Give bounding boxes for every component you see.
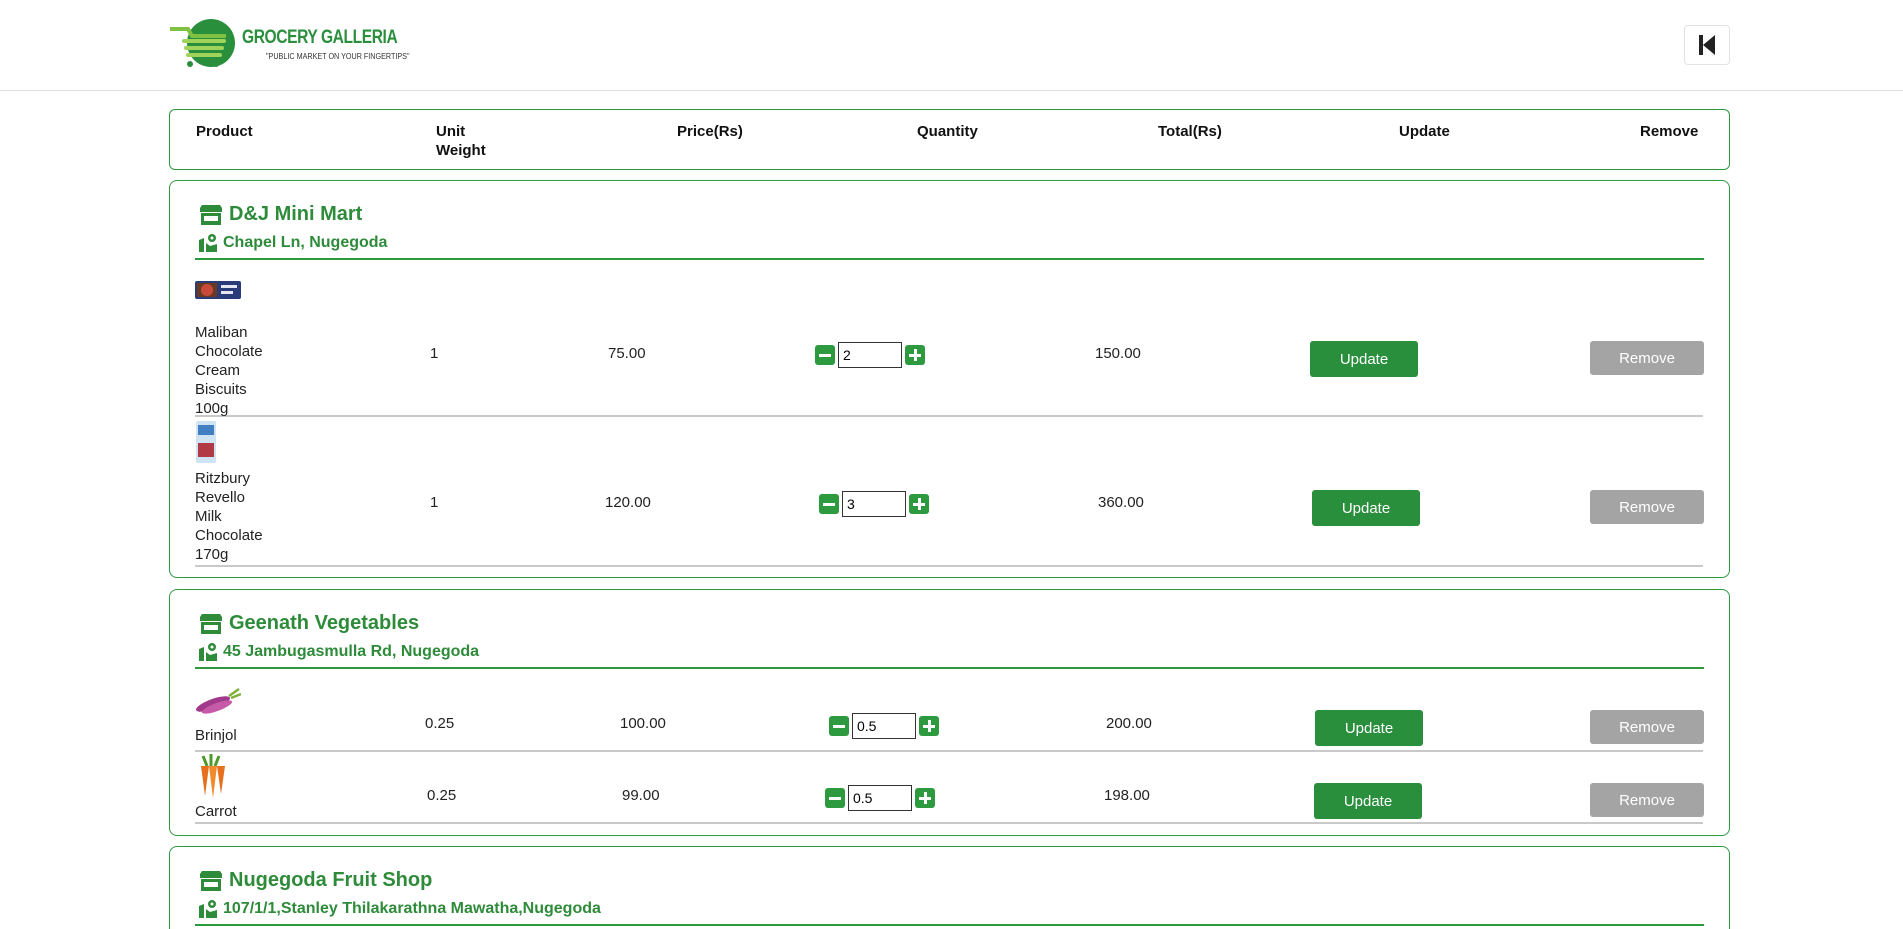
product-image[interactable] — [195, 421, 217, 468]
quantity-stepper — [829, 713, 939, 739]
col-product: Product — [196, 123, 253, 140]
shop-address: Chapel Ln, Nugegoda — [199, 234, 387, 252]
remove-button[interactable]: Remove — [1590, 490, 1704, 524]
cart-item-row: Ritzbury Revello Milk Chocolate 170g 1 1… — [195, 421, 1704, 567]
unit-weight: 1 — [430, 494, 439, 511]
update-button[interactable]: Update — [1314, 783, 1422, 819]
map-location-icon — [199, 234, 217, 252]
minus-icon[interactable] — [819, 494, 839, 514]
back-button[interactable] — [1684, 25, 1730, 65]
quantity-input[interactable] — [838, 342, 902, 368]
shop-address: 107/1/1,Stanley Thilakarathna Mawatha,Nu… — [199, 900, 601, 918]
total: 360.00 — [1098, 494, 1144, 511]
shop-name: D&J Mini Mart — [199, 203, 362, 226]
plus-icon[interactable] — [905, 345, 925, 365]
shop-card: Geenath Vegetables 45 Jambugasmulla Rd, … — [169, 589, 1730, 836]
quantity-stepper — [815, 342, 925, 368]
quantity-stepper — [819, 491, 929, 517]
shop-name-text: Nugegoda Fruit Shop — [229, 869, 433, 891]
col-price: Price(Rs) — [677, 123, 743, 140]
col-total: Total(Rs) — [1158, 123, 1222, 140]
unit-weight: 0.25 — [425, 715, 455, 732]
price: 75.00 — [608, 345, 646, 362]
update-button[interactable]: Update — [1310, 341, 1418, 377]
store-icon — [200, 613, 222, 634]
product-name: Ritzbury Revello Milk Chocolate 170g — [195, 470, 263, 563]
col-unit-weight: Unit Weight — [436, 123, 486, 159]
cart-item-row: Carrot 0.25 99.00 198.00 Update Remove — [195, 754, 1704, 824]
cart-item-row: Maliban Chocolate Cream Biscuits 100g 1 … — [195, 279, 1704, 417]
store-icon — [200, 204, 222, 225]
unit-weight: 0.25 — [427, 787, 457, 804]
col-remove: Remove — [1640, 123, 1699, 140]
remove-button[interactable]: Remove — [1590, 783, 1704, 817]
plus-icon[interactable] — [919, 716, 939, 736]
shop-name-text: D&J Mini Mart — [229, 203, 363, 225]
quantity-input[interactable] — [852, 713, 916, 739]
price: 99.00 — [622, 787, 660, 804]
shop-divider — [195, 667, 1704, 669]
total: 198.00 — [1104, 787, 1150, 804]
chocolate-bar-icon — [196, 421, 216, 463]
shop-name: Nugegoda Fruit Shop — [199, 869, 432, 892]
map-location-icon — [199, 900, 217, 918]
product-name: Carrot — [195, 803, 237, 820]
shop-divider — [195, 258, 1704, 260]
store-icon — [200, 870, 222, 891]
total: 200.00 — [1106, 715, 1152, 732]
plus-icon[interactable] — [915, 788, 935, 808]
brinjal-icon — [195, 687, 242, 714]
logo-brand-text: GROCERY GALLERIA — [242, 27, 398, 48]
update-button[interactable]: Update — [1312, 490, 1420, 526]
map-location-icon — [199, 643, 217, 661]
grocery-galleria-logo[interactable]: GROCERY GALLERIA "PUBLIC MARKET ON YOUR … — [168, 18, 410, 70]
minus-icon[interactable] — [825, 788, 845, 808]
shop-name: Geenath Vegetables — [199, 612, 419, 635]
shop-address-text: Chapel Ln, Nugegoda — [223, 234, 388, 251]
product-name: Maliban Chocolate Cream Biscuits 100g — [195, 324, 263, 417]
shop-address: 45 Jambugasmulla Rd, Nugegoda — [199, 643, 479, 661]
remove-button[interactable]: Remove — [1590, 341, 1704, 375]
plus-icon[interactable] — [909, 494, 929, 514]
shop-address-text: 107/1/1,Stanley Thilakarathna Mawatha,Nu… — [223, 900, 601, 917]
product-name: Brinjol — [195, 727, 237, 744]
shop-name-text: Geenath Vegetables — [229, 612, 420, 634]
total: 150.00 — [1095, 345, 1141, 362]
unit-weight: 1 — [430, 345, 439, 362]
carrot-icon — [201, 754, 225, 798]
minus-icon[interactable] — [829, 716, 849, 736]
product-image[interactable] — [195, 279, 241, 306]
shop-divider — [195, 924, 1704, 926]
col-quantity: Quantity — [917, 123, 978, 140]
biscuit-pack-icon — [195, 281, 241, 299]
price: 120.00 — [605, 494, 651, 511]
quantity-input[interactable] — [842, 491, 906, 517]
remove-button[interactable]: Remove — [1590, 710, 1704, 744]
update-button[interactable]: Update — [1315, 710, 1423, 746]
price: 100.00 — [620, 715, 666, 732]
product-image[interactable] — [195, 686, 242, 719]
skip-back-icon — [1699, 35, 1715, 55]
shop-card: Nugegoda Fruit Shop 107/1/1,Stanley Thil… — [169, 846, 1730, 929]
shop-card: D&J Mini Mart Chapel Ln, Nugegoda Maliba… — [169, 180, 1730, 578]
product-image[interactable] — [195, 754, 231, 805]
minus-icon[interactable] — [815, 345, 835, 365]
cart-table-header: Product Unit Weight Price(Rs) Quantity T… — [169, 109, 1730, 170]
logo-tagline: "PUBLIC MARKET ON YOUR FINGERTIPS" — [266, 52, 410, 61]
quantity-input[interactable] — [848, 785, 912, 811]
cart-item-row: Brinjol 0.25 100.00 200.00 Update Remove — [195, 686, 1704, 752]
col-update: Update — [1399, 123, 1450, 140]
shop-address-text: 45 Jambugasmulla Rd, Nugegoda — [223, 643, 480, 660]
top-bar: GROCERY GALLERIA "PUBLIC MARKET ON YOUR … — [0, 0, 1903, 91]
quantity-stepper — [825, 785, 935, 811]
